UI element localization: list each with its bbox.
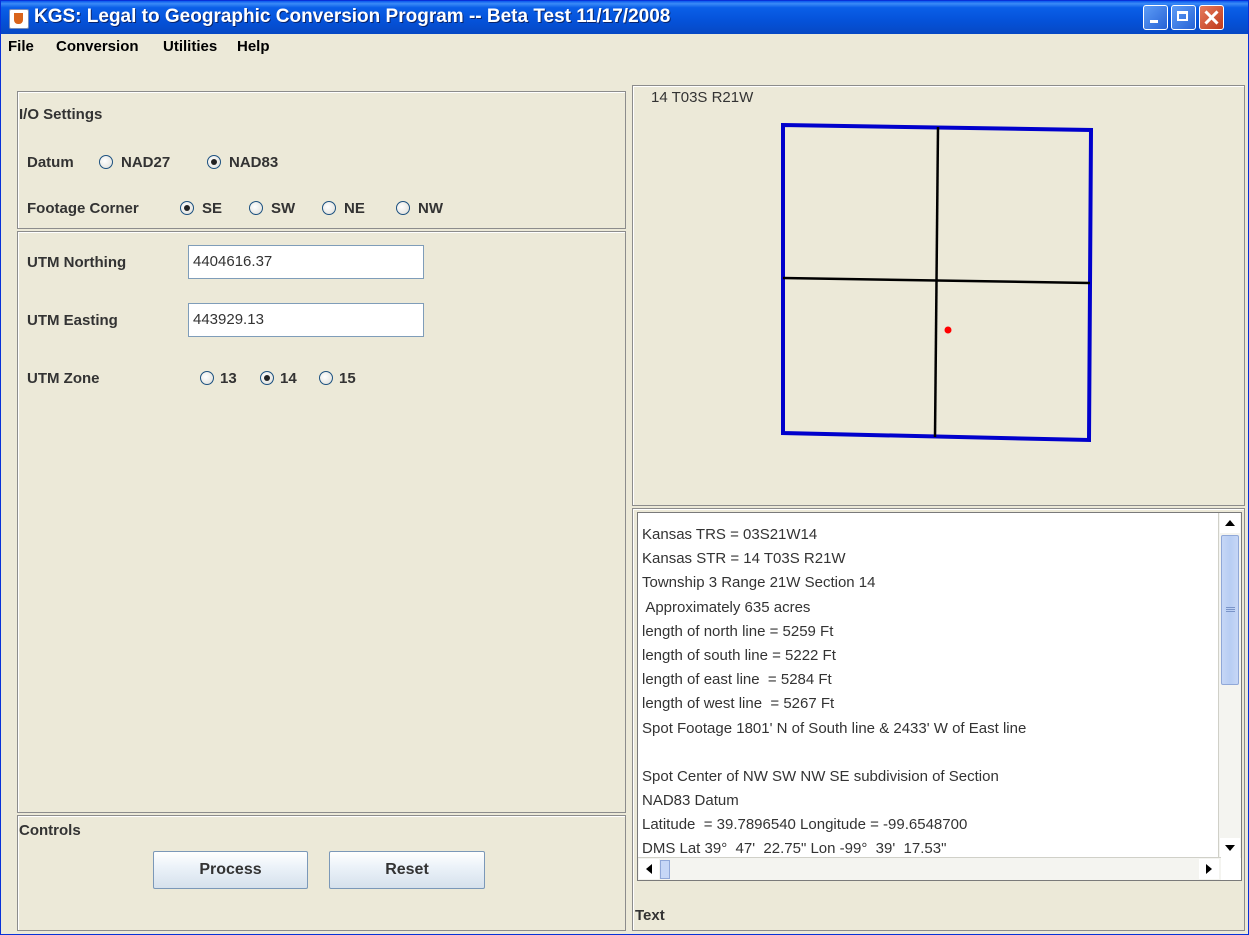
zone-15-radio[interactable] [319, 371, 333, 385]
vertical-scrollbar[interactable] [1218, 513, 1241, 858]
menu-file[interactable]: File [8, 38, 34, 55]
footage-sw-radio[interactable] [249, 201, 263, 215]
utm-zone-label: UTM Zone [27, 370, 100, 387]
utm-northing-field[interactable]: 4404616.37 [188, 245, 424, 279]
zone-14-label[interactable]: 14 [280, 370, 297, 387]
io-settings-panel: I/O Settings Datum NAD27 NAD83 Footage C… [17, 91, 626, 229]
horizontal-scroll-thumb[interactable] [660, 860, 670, 879]
maximize-button[interactable] [1171, 5, 1196, 30]
north-south-subdivision-line [933, 126, 940, 438]
footage-nw-radio[interactable] [396, 201, 410, 215]
title-bar[interactable]: KGS: Legal to Geographic Conversion Prog… [1, 1, 1248, 34]
spot-marker [944, 326, 952, 334]
datum-label: Datum [27, 154, 74, 171]
utm-easting-label: UTM Easting [27, 312, 118, 329]
footage-ne-label[interactable]: NE [344, 200, 365, 217]
footage-se-radio[interactable] [180, 201, 194, 215]
controls-panel: Controls Process Reset [17, 815, 626, 931]
zone-13-radio[interactable] [200, 371, 214, 385]
datum-nad83-radio[interactable] [207, 155, 221, 169]
datum-nad27-radio[interactable] [99, 155, 113, 169]
io-settings-heading: I/O Settings [19, 106, 103, 123]
output-line: Kansas STR = 14 T03S R21W [642, 550, 846, 568]
window-title: KGS: Legal to Geographic Conversion Prog… [34, 6, 671, 27]
output-panel-label: Text [635, 907, 665, 924]
scroll-up-button[interactable] [1220, 513, 1240, 533]
footage-sw-label[interactable]: SW [271, 200, 295, 217]
footage-corner-label: Footage Corner [27, 200, 139, 217]
output-text-area[interactable]: Kansas TRS = 03S21W14 Kansas STR = 14 T0… [637, 512, 1242, 881]
output-line: length of north line = 5259 Ft [642, 622, 834, 640]
process-button[interactable]: Process [153, 851, 308, 889]
zone-13-label[interactable]: 13 [220, 370, 237, 387]
horizontal-scrollbar[interactable] [638, 857, 1221, 880]
footage-nw-label[interactable]: NW [418, 200, 443, 217]
app-window: KGS: Legal to Geographic Conversion Prog… [0, 0, 1249, 935]
footage-se-label[interactable]: SE [202, 200, 222, 217]
output-line: length of south line = 5222 Ft [642, 646, 836, 664]
java-icon [9, 9, 29, 29]
zone-14-radio[interactable] [260, 371, 274, 385]
controls-heading: Controls [19, 822, 81, 839]
menu-help[interactable]: Help [237, 38, 270, 55]
utm-easting-field[interactable]: 443929.13 [188, 303, 424, 337]
vertical-scroll-thumb[interactable] [1221, 535, 1239, 685]
menu-conversion[interactable]: Conversion [56, 38, 139, 55]
datum-nad83-label[interactable]: NAD83 [229, 154, 278, 171]
footage-ne-radio[interactable] [322, 201, 336, 215]
utm-input-panel: UTM Northing 4404616.37 UTM Easting 4439… [17, 231, 626, 813]
scroll-right-button[interactable] [1199, 859, 1219, 879]
menu-bar: File Conversion Utilities Help [1, 34, 1248, 59]
zone-15-label[interactable]: 15 [339, 370, 356, 387]
output-line: Kansas TRS = 03S21W14 [642, 526, 818, 543]
map-panel: 14 T03S R21W [632, 85, 1245, 506]
close-button[interactable] [1199, 5, 1224, 30]
datum-nad27-label[interactable]: NAD27 [121, 154, 170, 171]
minimize-button[interactable] [1143, 5, 1168, 30]
scroll-left-button[interactable] [639, 859, 659, 879]
scroll-down-button[interactable] [1220, 838, 1240, 858]
output-line: Spot Center of NW SW NW SE subdivision o… [642, 767, 999, 785]
output-line: Township 3 Range 21W Section 14 [642, 574, 876, 592]
section-map [781, 122, 1094, 443]
output-line: Spot Footage 1801' N of South line & 243… [642, 719, 1027, 737]
utm-northing-label: UTM Northing [27, 254, 127, 271]
output-line: Latitude = 39.7896540 Longitude = -99.65… [642, 816, 968, 834]
menu-utilities[interactable]: Utilities [163, 38, 217, 55]
reset-button[interactable]: Reset [329, 851, 485, 889]
output-text-lines: Kansas TRS = 03S21W14 Kansas STR = 14 T0… [642, 523, 1212, 862]
output-line: NAD83 Datum [642, 792, 739, 810]
output-line: length of west line = 5267 Ft [642, 695, 835, 713]
output-line: length of east line = 5284 Ft [642, 671, 832, 689]
output-line: Approximately 635 acres [642, 598, 811, 616]
